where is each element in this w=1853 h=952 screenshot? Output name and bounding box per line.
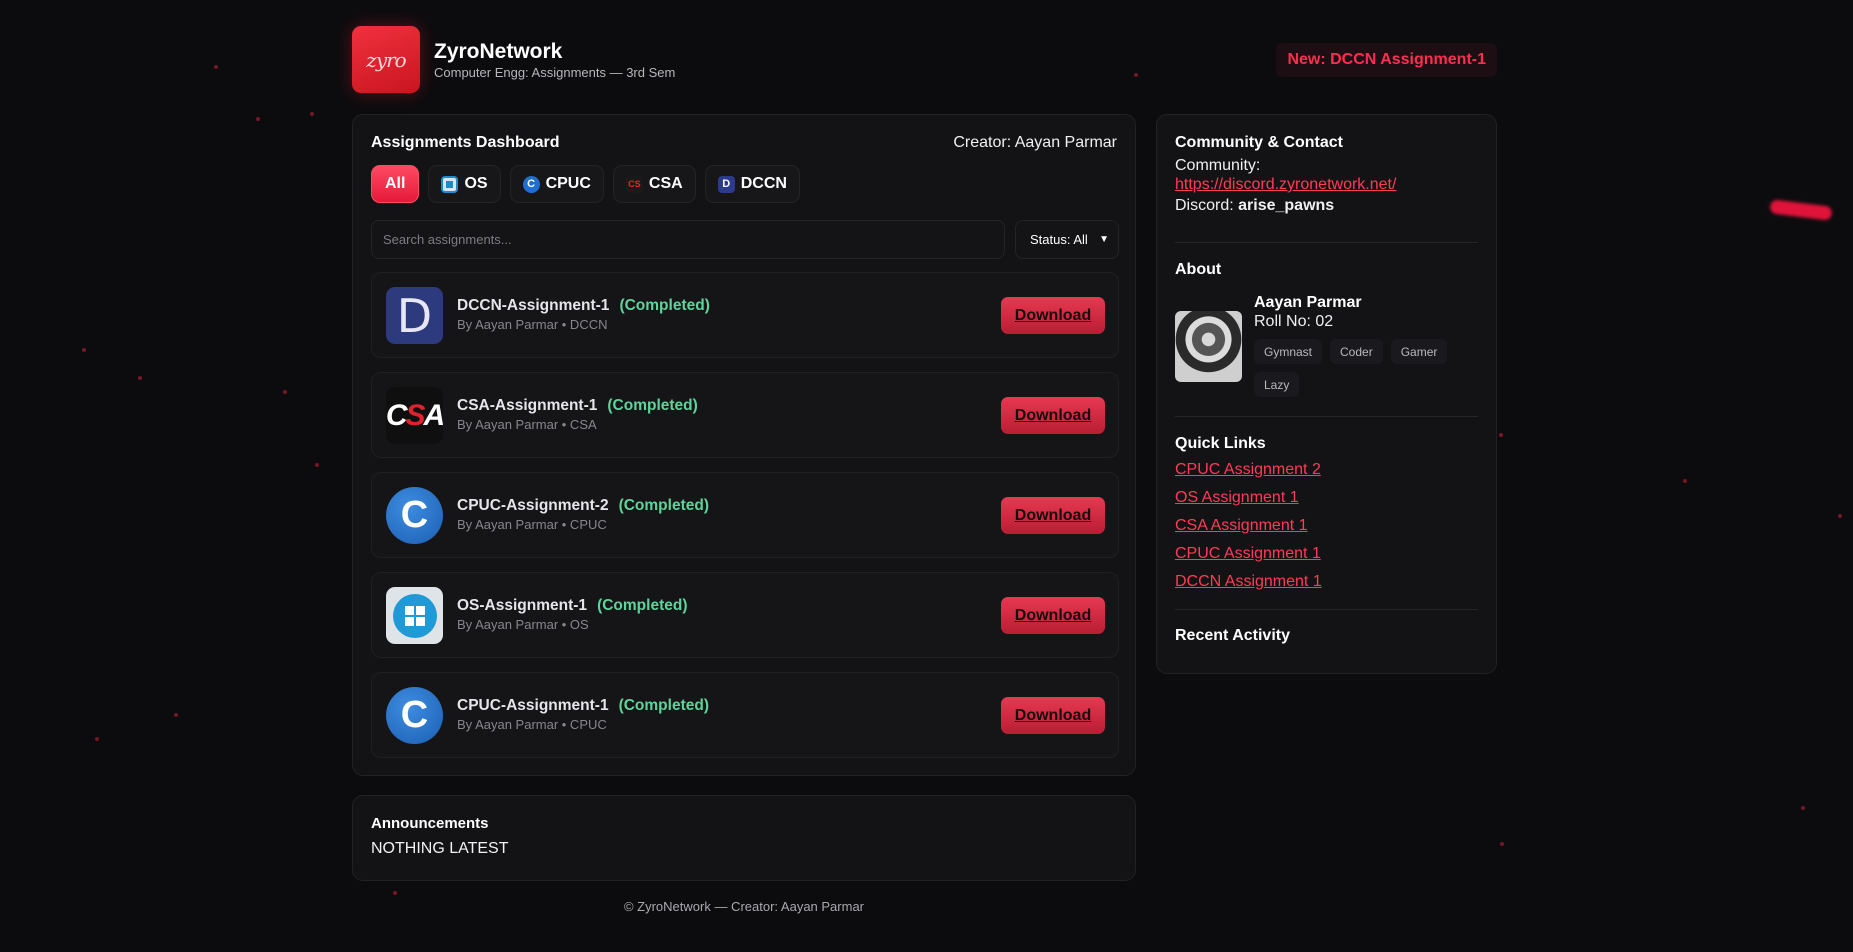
quick-links-title: Quick Links — [1175, 435, 1266, 452]
assignment-title-text: CSA-Assignment-1 — [457, 397, 598, 414]
download-button[interactable]: Download — [1001, 597, 1105, 634]
assignment-title: DCCN-Assignment-1 (Completed) — [457, 297, 710, 315]
announcements-title: Announcements — [371, 815, 489, 832]
assignment-meta: By Aayan Parmar • OS — [457, 617, 589, 632]
discord-label: Discord: — [1175, 197, 1234, 214]
c-lang-icon: C — [522, 175, 540, 193]
community-label: Community: — [1175, 157, 1261, 174]
assignment-meta: By Aayan Parmar • CPUC — [457, 517, 607, 532]
dccn-thumbnail: D — [386, 287, 443, 344]
announcements-text: NOTHING LATEST — [371, 840, 509, 857]
c-lang-icon: C — [386, 487, 443, 544]
csa-thumbnail: CSA — [386, 387, 443, 444]
assignment-title: CSA-Assignment-1 (Completed) — [457, 397, 698, 415]
divider — [1175, 242, 1478, 243]
status-badge: (Completed) — [618, 697, 709, 714]
cpuc-thumbnail: C — [386, 487, 443, 544]
tag-chip: Coder — [1330, 339, 1383, 364]
brand-name: ZyroNetwork — [434, 40, 563, 63]
tag-chip: Gamer — [1390, 339, 1448, 364]
tab-label: All — [385, 175, 406, 192]
tag-chip: Lazy — [1254, 372, 1300, 397]
assignment-meta: By Aayan Parmar • CSA — [457, 417, 597, 432]
profile-roll: Roll No: 02 — [1254, 313, 1334, 330]
download-button[interactable]: Download — [1001, 397, 1105, 434]
brand-logo-text: zyro — [366, 47, 406, 72]
assignment-item[interactable]: D DCCN-Assignment-1 (Completed) By Aayan … — [371, 272, 1119, 358]
avatar — [1175, 311, 1242, 382]
dccn-icon: D — [717, 175, 735, 193]
quick-link[interactable]: CPUC Assignment 1 — [1175, 545, 1321, 563]
status-filter-select[interactable]: Status: All ▼ — [1015, 220, 1119, 259]
profile-tags: Gymnast Coder Gamer Lazy — [1254, 339, 1474, 397]
discord-handle: arise_pawns — [1238, 197, 1335, 214]
assignment-item[interactable]: OS-Assignment-1 (Completed) By Aayan Parm… — [371, 572, 1119, 658]
divider — [1175, 609, 1478, 610]
quick-link[interactable]: DCCN Assignment 1 — [1175, 573, 1322, 591]
recent-activity-title: Recent Activity — [1175, 627, 1290, 644]
tab-label: CSA — [648, 175, 683, 192]
assignment-list: D DCCN-Assignment-1 (Completed) By Aayan … — [371, 272, 1119, 772]
tab-label: CPUC — [545, 175, 591, 192]
tag-chip: Gymnast — [1254, 339, 1323, 364]
status-filter-value: Status: All — [1030, 232, 1088, 247]
quick-link[interactable]: CPUC Assignment 2 — [1175, 461, 1321, 479]
assignment-title-text: CPUC-Assignment-1 — [457, 697, 609, 714]
assignment-title-text: OS-Assignment-1 — [457, 597, 588, 614]
subject-tabs: All OS C CPUC CS CSA D DCCN — [371, 165, 800, 203]
community-link[interactable]: https://discord.zyronetwork.net/ — [1175, 176, 1396, 194]
header: zyro ZyroNetwork Computer Engg: Assignme… — [352, 25, 1497, 95]
tab-dccn[interactable]: D DCCN — [704, 165, 800, 203]
tab-all[interactable]: All — [371, 165, 420, 203]
c-lang-icon: C — [386, 687, 443, 744]
tab-label: DCCN — [740, 175, 787, 192]
tab-csa[interactable]: CS CSA — [612, 165, 696, 203]
windows-icon — [392, 593, 437, 638]
profile-name: Aayan Parmar — [1254, 294, 1362, 311]
quick-link[interactable]: OS Assignment 1 — [1175, 489, 1299, 507]
windows-icon — [441, 175, 459, 193]
assignment-title-text: CPUC-Assignment-2 — [457, 497, 609, 514]
download-button[interactable]: Download — [1001, 297, 1105, 334]
discord-row: Discord: arise_pawns — [1175, 197, 1334, 215]
assignment-item[interactable]: C CPUC-Assignment-1 (Completed) By Aayan … — [371, 672, 1119, 758]
cpuc-thumbnail: C — [386, 687, 443, 744]
assignment-title: CPUC-Assignment-2 (Completed) — [457, 497, 709, 515]
search-input[interactable] — [371, 220, 1005, 259]
os-thumbnail — [386, 587, 443, 644]
footer: © ZyroNetwork — Creator: Aayan Parmar — [623, 899, 865, 914]
tab-os[interactable]: OS — [428, 165, 501, 203]
status-badge: (Completed) — [618, 497, 709, 514]
assignments-dashboard: Assignments Dashboard Creator: Aayan Par… — [352, 114, 1136, 776]
creator-label: Creator: Aayan Parmar — [953, 134, 1117, 151]
tab-label: OS — [464, 175, 488, 192]
brand-subtitle: Computer Engg: Assignments — 3rd Sem — [434, 65, 676, 80]
contact-title: Community & Contact — [1175, 134, 1343, 151]
assignment-meta: By Aayan Parmar • DCCN — [457, 317, 608, 332]
quick-link[interactable]: CSA Assignment 1 — [1175, 517, 1308, 535]
tab-cpuc[interactable]: C CPUC — [509, 165, 604, 203]
status-badge: (Completed) — [597, 597, 688, 614]
brand-logo[interactable]: zyro — [352, 26, 420, 93]
news-badge[interactable]: New: DCCN Assignment-1 — [1276, 43, 1497, 77]
status-badge: (Completed) — [607, 397, 698, 414]
assignment-meta: By Aayan Parmar • CPUC — [457, 717, 607, 732]
about-title: About — [1175, 261, 1222, 278]
divider — [1175, 416, 1478, 417]
assignment-title-text: DCCN-Assignment-1 — [457, 297, 610, 314]
sidebar: Community & Contact Community: https://d… — [1156, 114, 1497, 674]
dashboard-title: Assignments Dashboard — [371, 134, 560, 151]
status-badge: (Completed) — [619, 297, 710, 314]
download-button[interactable]: Download — [1001, 497, 1105, 534]
assignment-title: OS-Assignment-1 (Completed) — [457, 597, 687, 615]
assignment-title: CPUC-Assignment-1 (Completed) — [457, 697, 709, 715]
announcements-panel: Announcements NOTHING LATEST — [352, 795, 1136, 881]
assignment-item[interactable]: CSA CSA-Assignment-1 (Completed) By Aayan… — [371, 372, 1119, 458]
csa-icon: CS — [625, 175, 643, 193]
download-button[interactable]: Download — [1001, 697, 1105, 734]
chevron-down-icon: ▼ — [1099, 234, 1109, 245]
assignment-item[interactable]: C CPUC-Assignment-2 (Completed) By Aayan … — [371, 472, 1119, 558]
